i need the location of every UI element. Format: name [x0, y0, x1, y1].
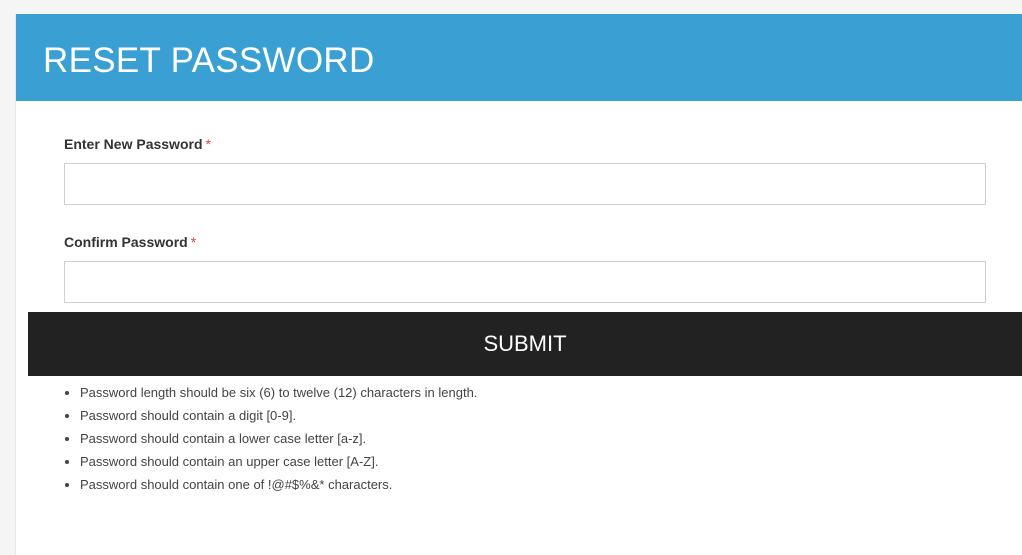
password-rules-list: Password length should be six (6) to twe… [62, 381, 477, 496]
password-rule-item: Password should contain a digit [0-9]. [80, 404, 477, 427]
confirm-password-input[interactable] [64, 261, 986, 303]
confirm-password-label-text: Confirm Password [64, 234, 188, 250]
new-password-label: Enter New Password * [64, 135, 211, 153]
page-title: RESET PASSWORD [43, 41, 375, 80]
new-password-input[interactable] [64, 163, 986, 205]
password-rule-item: Password should contain a lower case let… [80, 427, 477, 450]
password-rule-item: Password length should be six (6) to twe… [80, 381, 477, 404]
password-rule-item: Password should contain an upper case le… [80, 450, 477, 473]
panel-header: RESET PASSWORD [16, 14, 1022, 101]
required-mark: * [190, 234, 197, 250]
required-mark: * [205, 136, 211, 152]
confirm-password-label: Confirm Password * [64, 233, 196, 251]
page: RESET PASSWORD Enter New Password * Confi… [0, 0, 1022, 555]
password-rule-item: Password should contain one of !@#$%&* c… [80, 473, 477, 496]
new-password-label-text: Enter New Password [64, 136, 203, 152]
submit-button[interactable]: SUBMIT [28, 312, 1022, 376]
